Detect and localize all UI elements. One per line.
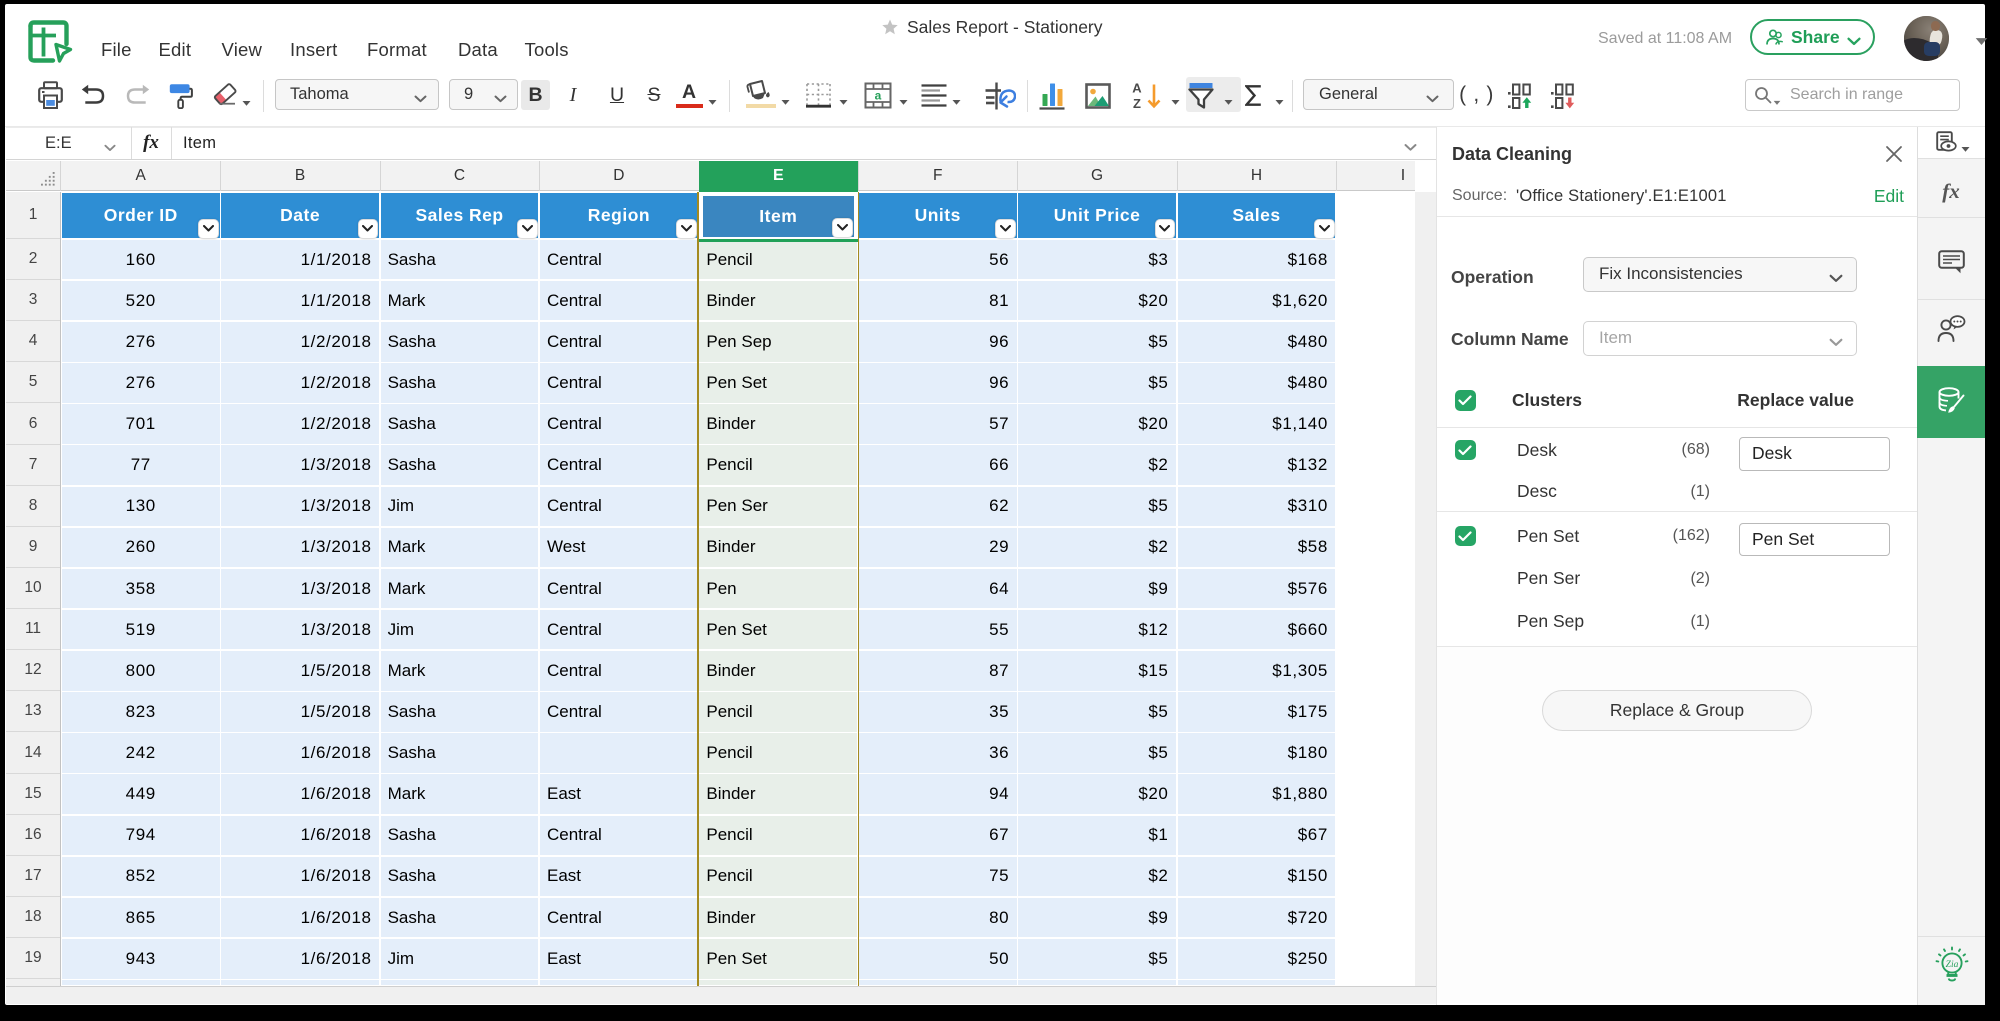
svg-text:A: A — [1132, 81, 1142, 96]
svg-text:Zia: Zia — [1946, 960, 1959, 970]
svg-text:a: a — [875, 89, 882, 103]
svg-text:Z: Z — [1133, 96, 1141, 110]
